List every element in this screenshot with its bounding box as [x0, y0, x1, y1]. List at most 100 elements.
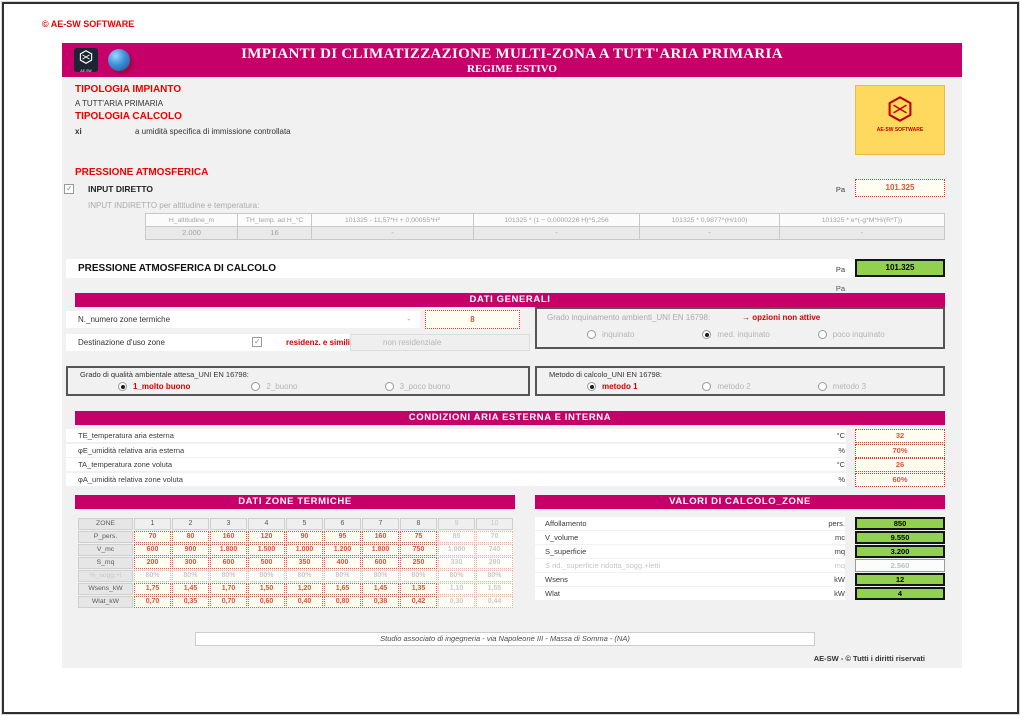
zone-table: ZONE 1 2 3 4 5 6 7 8 9 10 P_pers. 70 80 160 120 90 95 160 7…	[78, 518, 513, 608]
radio-option-metodo-3[interactable]: metodo 3	[817, 382, 933, 391]
input-condizioni-1[interactable]: 70%	[855, 443, 945, 458]
inquinamento-label: Grado inquinamento ambienti_UNI EN 16798…	[547, 313, 711, 322]
radio-option-metodo-1[interactable]: metodo 1	[587, 382, 702, 391]
software-logo-box: AE-SW SOFTWARE	[855, 85, 945, 155]
zone-cell[interactable]: 600	[134, 544, 171, 556]
input-pressione-diretta[interactable]: 101.325	[855, 179, 945, 197]
zone-cell[interactable]: 95	[324, 531, 361, 543]
valori-row	[535, 587, 845, 600]
zone-cell[interactable]: 1.000	[286, 544, 323, 556]
zone-cell[interactable]: 1.200	[324, 544, 361, 556]
press-table-value-row: 2.000 16- - - -	[145, 227, 945, 240]
zone-cell[interactable]: 1,75	[134, 583, 171, 595]
inquinamento-box: Grado inquinamento ambienti_UNI EN 16798…	[535, 307, 945, 349]
radio-button-icon[interactable]	[817, 382, 827, 391]
zone-cell[interactable]: 0,40	[286, 596, 323, 608]
condizioni-label: φA_umidità relativa zone voluta	[78, 474, 183, 484]
numero-zone-label: N._numero zone termiche	[78, 315, 171, 324]
zone-cell[interactable]: 160	[362, 531, 399, 543]
valori-unit: kW	[834, 575, 845, 584]
radio-button-icon[interactable]	[587, 382, 596, 391]
destinazione-row: Destinazione d'uso zone residenz. e simi…	[66, 334, 366, 351]
zone-cell[interactable]: 0,60	[248, 596, 285, 608]
valori-label: S rid._superficie ridotta_sogg.+letti	[545, 561, 661, 570]
zone-cell: 0,44	[476, 596, 513, 608]
metodo-box: Metodo di calcolo_UNI EN 16798: metodo 1…	[535, 366, 945, 396]
input-diretto-label: INPUT DIRETTO	[88, 184, 154, 194]
zone-cell[interactable]: 0,35	[172, 596, 209, 608]
tipologia-impianto-value: A TUTT'ARIA PRIMARIA	[75, 99, 164, 108]
qualita-label: Grado di qualità ambientale attesa_UNI E…	[80, 370, 249, 379]
zone-cell[interactable]: 900	[172, 544, 209, 556]
inquinamento-note: → opzioni non attive	[742, 313, 821, 322]
radio-option-metodo-2[interactable]: metodo 2	[702, 382, 817, 391]
zone-cell[interactable]: 350	[286, 557, 323, 569]
zone-cell[interactable]: 120	[248, 531, 285, 543]
radio-option-3-poco-buono[interactable]: 3_poco buono	[384, 382, 518, 391]
zone-cell[interactable]: 1.800	[362, 544, 399, 556]
zone-cell[interactable]: 1,20	[286, 583, 323, 595]
zone-cell[interactable]: 750	[400, 544, 437, 556]
zone-cell[interactable]: 1,35	[400, 583, 437, 595]
output-valori-0: 850	[855, 517, 945, 530]
zone-cell[interactable]: 0,38	[362, 596, 399, 608]
radio-label: poco inquinato	[832, 330, 885, 339]
zone-cell[interactable]: 1,50	[248, 583, 285, 595]
zone-cell[interactable]: 1,70	[210, 583, 247, 595]
zone-cell[interactable]: 400	[324, 557, 361, 569]
zone-row-label: %_sogg.+l	[78, 570, 133, 582]
zone-cell[interactable]: 1,65	[324, 583, 361, 595]
zone-cell: 80%	[248, 570, 285, 582]
zone-cell[interactable]: 1,45	[172, 583, 209, 595]
zone-cell[interactable]: 80	[172, 531, 209, 543]
input-condizioni-3[interactable]: 60%	[855, 472, 945, 487]
input-condizioni-2[interactable]: 26	[855, 458, 945, 472]
press-table-value: 2.000	[145, 227, 237, 240]
press-table-header: H_altitudine_m	[145, 213, 237, 227]
zone-cell[interactable]: 1,45	[362, 583, 399, 595]
input-diretto-checkbox[interactable]	[64, 184, 74, 194]
globe-logo-icon	[108, 49, 130, 71]
input-condizioni-0[interactable]: 32	[855, 429, 945, 443]
condizioni-unit: %	[838, 474, 845, 484]
valori-label: Wsens	[545, 575, 568, 584]
press-table-header: 101325 * 0,9877^(H/100)	[639, 213, 779, 227]
zone-cell[interactable]: 75	[400, 531, 437, 543]
radio-button-icon[interactable]	[118, 382, 127, 391]
zone-cell[interactable]: 600	[362, 557, 399, 569]
zone-cell[interactable]: 300	[172, 557, 209, 569]
radio-option-2-buono[interactable]: 2_buono	[251, 382, 384, 391]
radio-option-1-molto-buono[interactable]: 1_molto buono	[118, 382, 251, 391]
output-valori-2: 3.200	[855, 545, 945, 558]
condizioni-unit: °C	[836, 460, 845, 469]
radio-button-icon[interactable]	[384, 382, 394, 391]
page-title: IMPIANTI DI CLIMATIZZAZIONE MULTI-ZONA A…	[241, 46, 783, 62]
metodo-label: Metodo di calcolo_UNI EN 16798:	[549, 370, 662, 379]
press-table-value: -	[639, 227, 779, 240]
zone-cell[interactable]: 1.800	[210, 544, 247, 556]
zone-cell[interactable]: 500	[248, 557, 285, 569]
radio-button-icon[interactable]	[251, 382, 261, 391]
press-table-value: -	[311, 227, 473, 240]
valori-unit: kW	[834, 589, 845, 598]
input-diretto-unit: Pa	[835, 185, 845, 194]
zone-cell[interactable]: 0,80	[324, 596, 361, 608]
zone-header-7: 7	[362, 518, 399, 530]
zone-banner: DATI ZONE TERMICHE	[75, 495, 515, 509]
zone-cell[interactable]: 70	[134, 531, 171, 543]
zone-cell[interactable]: 0,70	[134, 596, 171, 608]
zone-cell[interactable]: 250	[400, 557, 437, 569]
pressione-calcolo-label: PRESSIONE ATMOSFERICA DI CALCOLO	[78, 263, 276, 274]
radio-button-icon[interactable]	[702, 382, 712, 391]
zone-cell[interactable]: 0,70	[210, 596, 247, 608]
pressione-indiretta-table: H_altitudine_m TH_temp. ad H_°C 101325 - 1…	[145, 213, 945, 240]
zone-cell[interactable]: 0,42	[400, 596, 437, 608]
destinazione-checkbox[interactable]	[252, 337, 262, 347]
zone-cell[interactable]: 90	[286, 531, 323, 543]
zone-cell[interactable]: 1.500	[248, 544, 285, 556]
zone-cell[interactable]: 200	[134, 557, 171, 569]
zone-cell[interactable]: 600	[210, 557, 247, 569]
zone-cell[interactable]: 160	[210, 531, 247, 543]
input-numero-zone[interactable]: 8	[425, 310, 520, 329]
condizioni-label: φE_umidità relativa aria esterna	[78, 445, 185, 455]
